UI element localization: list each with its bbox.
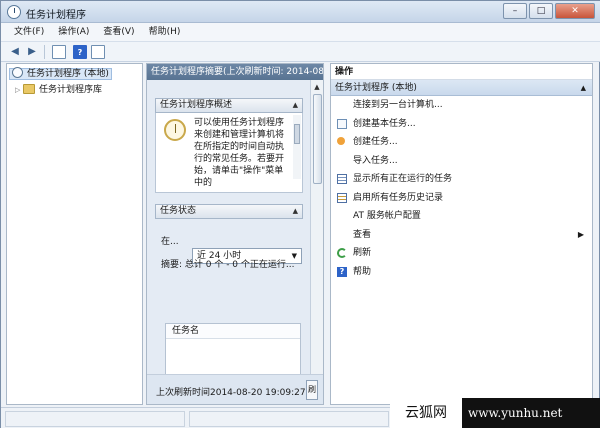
action-create-basic-task[interactable]: 创建基本任务... xyxy=(331,115,592,134)
action-label: 连接到另一台计算机... xyxy=(353,100,443,110)
status-cell xyxy=(5,411,185,427)
menu-action[interactable]: 操作(A) xyxy=(51,23,96,42)
basic-task-icon xyxy=(337,118,347,129)
action-label: 刷新 xyxy=(353,248,372,258)
range-label: 在... xyxy=(161,237,179,247)
show-hide-action-pane-icon[interactable] xyxy=(91,45,105,59)
refresh-icon xyxy=(337,248,347,258)
action-connect-computer[interactable]: 连接到另一台计算机... xyxy=(331,96,592,115)
menu-help[interactable]: 帮助(H) xyxy=(142,23,188,42)
refresh-button[interactable]: 刷 xyxy=(306,380,318,400)
scroll-thumb[interactable] xyxy=(313,94,322,184)
clock-icon xyxy=(12,67,23,78)
last-refresh-time: 上次刷新时间2014-08-20 19:09:27 xyxy=(156,388,306,398)
show-hide-console-tree-icon[interactable] xyxy=(52,45,66,59)
status-section-header[interactable]: 任务状态 ▲ xyxy=(155,204,303,219)
action-label: AT 服务帐户配置 xyxy=(353,211,421,221)
action-label: 启用所有任务历史记录 xyxy=(353,192,444,203)
menu-bar: 文件(F) 操作(A) 查看(V) 帮助(H) xyxy=(1,23,600,42)
actions-group-header[interactable]: 任务计划程序 (本地) ▲ xyxy=(331,80,592,96)
action-label: 查看 xyxy=(353,229,372,240)
summary-header: 任务计划程序摘要(上次刷新时间: 2014-08-20 xyxy=(147,64,323,80)
clock-icon xyxy=(164,119,186,141)
tree-item-library-label: 任务计划程序库 xyxy=(39,85,103,95)
action-show-running-tasks[interactable]: 显示所有正在运行的任务 xyxy=(331,170,592,189)
toolbar-separator xyxy=(44,45,45,59)
folder-icon xyxy=(23,84,35,94)
action-help[interactable]: ? 帮助 xyxy=(331,263,592,282)
actions-title: 操作 xyxy=(331,64,592,80)
status-cell xyxy=(189,411,389,427)
actions-group-label: 任务计划程序 (本地) xyxy=(335,83,417,93)
clock-app-icon xyxy=(7,5,21,19)
site-watermark: 云狐网 www.yunhu.net xyxy=(390,398,600,428)
minimize-button[interactable]: – xyxy=(503,3,527,19)
actions-pane: 操作 任务计划程序 (本地) ▲ 连接到另一台计算机... 创建基本任务... … xyxy=(330,63,593,405)
tree-item-root-selection: 任务计划程序 (本地) xyxy=(9,67,112,80)
overview-scroll-thumb[interactable] xyxy=(294,124,300,144)
help-icon: ? xyxy=(337,266,347,277)
action-view[interactable]: 查看 ▶ xyxy=(331,226,592,245)
history-icon xyxy=(337,192,347,203)
expand-icon[interactable]: ▷ xyxy=(15,82,23,98)
window-controls: – □ ✕ xyxy=(501,3,595,19)
tree-item-library[interactable]: ▷ 任务计划程序库 xyxy=(15,82,102,98)
action-refresh[interactable]: 刷新 xyxy=(331,244,592,263)
summary-content: 任务计划程序概述 ▲ 可以使用任务计划程序来创建和管理计算机将在所指定的时间自动… xyxy=(147,80,312,402)
back-arrow-icon[interactable]: ◀ xyxy=(8,45,22,59)
task-name-column-header[interactable]: 任务名 xyxy=(166,324,300,339)
overview-section-title: 任务计划程序概述 xyxy=(160,100,233,110)
summary-pane: 任务计划程序摘要(上次刷新时间: 2014-08-20 任务计划程序概述 ▲ 可… xyxy=(146,63,324,405)
toolbar: ◀ ▶ ? xyxy=(1,42,600,62)
overview-text: 可以使用任务计划程序来创建和管理计算机将在所指定的时间自动执行的常见任务。若要开… xyxy=(194,118,285,188)
action-label: 显示所有正在运行的任务 xyxy=(353,174,453,184)
window-title: 任务计划程序 xyxy=(26,10,86,21)
forward-arrow-icon[interactable]: ▶ xyxy=(25,45,39,59)
tree-item-root[interactable]: 任务计划程序 (本地) xyxy=(9,66,112,82)
action-label: 创建基本任务... xyxy=(353,118,416,129)
summary-scrollbar[interactable]: ▲ ▼ xyxy=(310,80,323,386)
create-task-icon xyxy=(337,137,345,145)
close-button[interactable]: ✕ xyxy=(555,3,595,19)
status-section-title: 任务状态 xyxy=(160,206,197,216)
task-scheduler-window: 任务计划程序 – □ ✕ 文件(F) 操作(A) 查看(V) 帮助(H) ◀ ▶… xyxy=(0,0,600,428)
overview-section-body: 可以使用任务计划程序来创建和管理计算机将在所指定的时间自动执行的常见任务。若要开… xyxy=(155,113,303,193)
overview-scrollbar[interactable] xyxy=(293,115,301,179)
title-bar: 任务计划程序 – □ ✕ xyxy=(1,1,600,23)
submenu-arrow-icon: ▶ xyxy=(577,229,584,239)
action-enable-history[interactable]: 启用所有任务历史记录 xyxy=(331,189,592,208)
tree-item-root-label: 任务计划程序 (本地) xyxy=(27,69,109,79)
running-tasks-icon xyxy=(337,174,347,184)
action-label: 帮助 xyxy=(353,266,372,277)
menu-file[interactable]: 文件(F) xyxy=(7,23,51,42)
action-label: 导入任务... xyxy=(353,155,398,166)
status-summary: 摘要: 总计 0 个 - 0 个正在运行... xyxy=(161,260,295,270)
collapse-caret-icon[interactable]: ▲ xyxy=(581,80,586,96)
overview-section-header[interactable]: 任务计划程序概述 ▲ xyxy=(155,98,303,113)
watermark-brand: 云狐网 xyxy=(390,398,462,428)
maximize-button[interactable]: □ xyxy=(529,3,553,19)
menu-view[interactable]: 查看(V) xyxy=(96,23,141,42)
action-import-task[interactable]: 导入任务... xyxy=(331,152,592,171)
action-create-task[interactable]: 创建任务... xyxy=(331,133,592,152)
console-tree: 任务计划程序 (本地) ▷ 任务计划程序库 xyxy=(6,63,143,405)
action-at-service-config[interactable]: AT 服务帐户配置 xyxy=(331,207,592,226)
collapse-caret-icon[interactable]: ▲ xyxy=(293,205,298,218)
collapse-caret-icon[interactable]: ▲ xyxy=(293,99,298,112)
action-label: 创建任务... xyxy=(353,137,398,147)
refresh-bar: 上次刷新时间2014-08-20 19:09:27 刷 xyxy=(147,374,323,404)
watermark-url: www.yunhu.net xyxy=(468,406,563,420)
help-icon[interactable]: ? xyxy=(73,45,87,59)
scroll-up-icon[interactable]: ▲ xyxy=(311,81,323,93)
